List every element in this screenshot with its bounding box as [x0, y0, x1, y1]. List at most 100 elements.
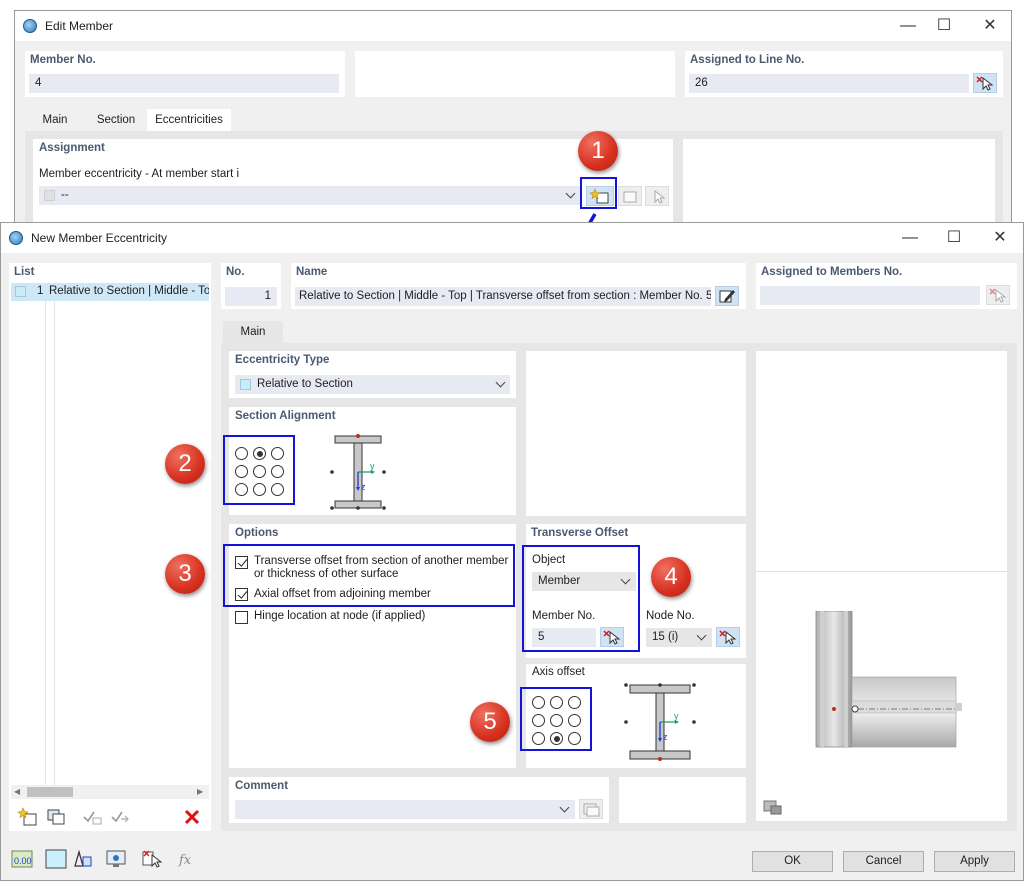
minimize-icon[interactable]: —: [895, 227, 925, 249]
maximize-icon[interactable]: ☐: [939, 227, 969, 249]
minimize-icon[interactable]: —: [893, 15, 923, 37]
new-item-button[interactable]: [17, 807, 39, 827]
ecc-type-select[interactable]: Relative to Section: [235, 375, 510, 394]
formula-button[interactable]: fx: [177, 849, 199, 869]
pick-line-button[interactable]: [973, 73, 997, 93]
view-settings-button[interactable]: [762, 797, 784, 817]
close-icon[interactable]: ✕: [985, 227, 1015, 249]
list-item-name: Relative to Section | Middle - To: [49, 285, 209, 297]
renumber-item-button[interactable]: [109, 807, 131, 827]
edit-eccentricity-button[interactable]: [618, 186, 642, 206]
assigned-line-field[interactable]: 26: [689, 74, 969, 93]
tree-line: [45, 301, 46, 787]
delete-item-button[interactable]: [181, 807, 203, 827]
list-item[interactable]: 1 Relative to Section | Middle - To: [11, 283, 209, 301]
axis-y-label: y: [674, 711, 679, 721]
node-no-select[interactable]: 15 (i): [646, 628, 712, 647]
edit-item-icon: [623, 191, 637, 203]
node-no-label: Node No.: [646, 610, 695, 622]
transverse-offset-label: Transverse Offset: [531, 527, 629, 539]
close-icon[interactable]: ✕: [975, 15, 1005, 37]
view-icon: [106, 850, 126, 867]
assigned-line-panel: Assigned to Line No. 26: [685, 51, 1003, 97]
library-icon: [583, 803, 600, 817]
edit-name-button[interactable]: [715, 286, 739, 306]
option-hinge-checkbox[interactable]: [235, 611, 248, 624]
scroll-left-icon[interactable]: ◀: [14, 787, 20, 796]
tab-main[interactable]: Main: [223, 321, 283, 343]
comment-select[interactable]: [235, 800, 575, 819]
comment-panel: Comment: [229, 777, 609, 823]
display-button[interactable]: [71, 849, 93, 869]
callout-2: 2: [165, 444, 205, 484]
pick-eccentricity-button[interactable]: [645, 186, 669, 206]
pick-cursor-icon: [719, 630, 737, 645]
copy-item-button[interactable]: [45, 807, 67, 827]
section-i-diagram: y z: [330, 434, 386, 510]
dialog-titlebar: New Member Eccentricity — ☐ ✕: [1, 223, 1023, 253]
pick-members-button[interactable]: [986, 285, 1010, 305]
app-icon: [23, 19, 37, 33]
maximize-icon[interactable]: ☐: [929, 15, 959, 37]
formula-icon: fx: [178, 853, 192, 868]
pick-node-button[interactable]: [716, 627, 740, 647]
axis-offset-separator: [526, 658, 746, 664]
color-button[interactable]: [45, 849, 67, 869]
highlight-section-alignment: [223, 435, 295, 505]
axis-offset-i-diagram: y z: [624, 683, 696, 761]
list-panel: List 1 Relative to Section | Middle - To…: [9, 263, 211, 831]
scrollbar-thumb[interactable]: [27, 787, 73, 797]
edit-member-title: Edit Member: [45, 19, 114, 33]
pick-cursor-icon: [654, 189, 666, 204]
callout-1: 1: [578, 131, 618, 171]
preview-divider: [756, 571, 1007, 572]
edit-member-window: Edit Member — ☐ ✕ Member No. 4 Assigned …: [14, 10, 1012, 225]
assignment-label: Assignment: [39, 142, 105, 154]
apply-button[interactable]: Apply: [934, 851, 1015, 872]
tab-eccentricities[interactable]: Eccentricities: [147, 109, 231, 131]
callout-5: 5: [470, 702, 510, 742]
list-scrollbar[interactable]: ◀ ▶: [11, 785, 209, 799]
ok-button[interactable]: OK: [752, 851, 833, 872]
scroll-right-icon[interactable]: ▶: [197, 787, 203, 796]
svg-text:0.00: 0.00: [14, 856, 32, 866]
pick-cursor-icon: [989, 288, 1007, 303]
check-item-button[interactable]: [81, 807, 103, 827]
chevron-down-icon: [565, 188, 576, 199]
color-icon: [45, 849, 67, 869]
view-button[interactable]: [105, 849, 127, 869]
chevron-down-icon: [696, 630, 707, 641]
list-item-no: 1: [37, 285, 44, 297]
chevron-down-icon: [495, 377, 506, 388]
name-panel: Name Relative to Section | Middle - Top …: [291, 263, 746, 309]
node-no-value: 15 (i): [652, 631, 679, 643]
tab-main[interactable]: Main: [25, 109, 85, 131]
edit-icon: [719, 290, 735, 303]
no-panel: No. 1: [221, 263, 281, 309]
pick-cursor-icon: [976, 76, 994, 91]
tree-line: [54, 301, 55, 787]
new-item-icon: [17, 807, 37, 826]
list-label: List: [14, 266, 35, 278]
axis-z-label: z: [361, 482, 366, 492]
options-label: Options: [235, 527, 279, 539]
no-field[interactable]: 1: [225, 287, 277, 306]
blank-panel-assignment: [683, 139, 995, 225]
ecc-start-select[interactable]: --: [39, 186, 581, 205]
member-no-field[interactable]: 4: [29, 74, 339, 93]
highlight-new-button: [580, 177, 617, 209]
assigned-members-field[interactable]: [760, 286, 980, 305]
comment-library-button[interactable]: [579, 799, 603, 819]
units-icon: 0.00: [11, 850, 33, 868]
color-swatch: [240, 379, 251, 390]
cancel-button[interactable]: Cancel: [843, 851, 924, 872]
units-button[interactable]: 0.00: [11, 849, 33, 869]
preview-panel: [756, 351, 1007, 821]
name-field[interactable]: Relative to Section | Middle - Top | Tra…: [295, 287, 711, 306]
app-icon: [9, 231, 23, 245]
selection-button[interactable]: [141, 849, 163, 869]
option-hinge-label: Hinge location at node (if applied): [254, 610, 426, 622]
tab-section[interactable]: Section: [87, 109, 145, 131]
renumber-icon: [111, 811, 129, 823]
highlight-options: [223, 544, 515, 607]
